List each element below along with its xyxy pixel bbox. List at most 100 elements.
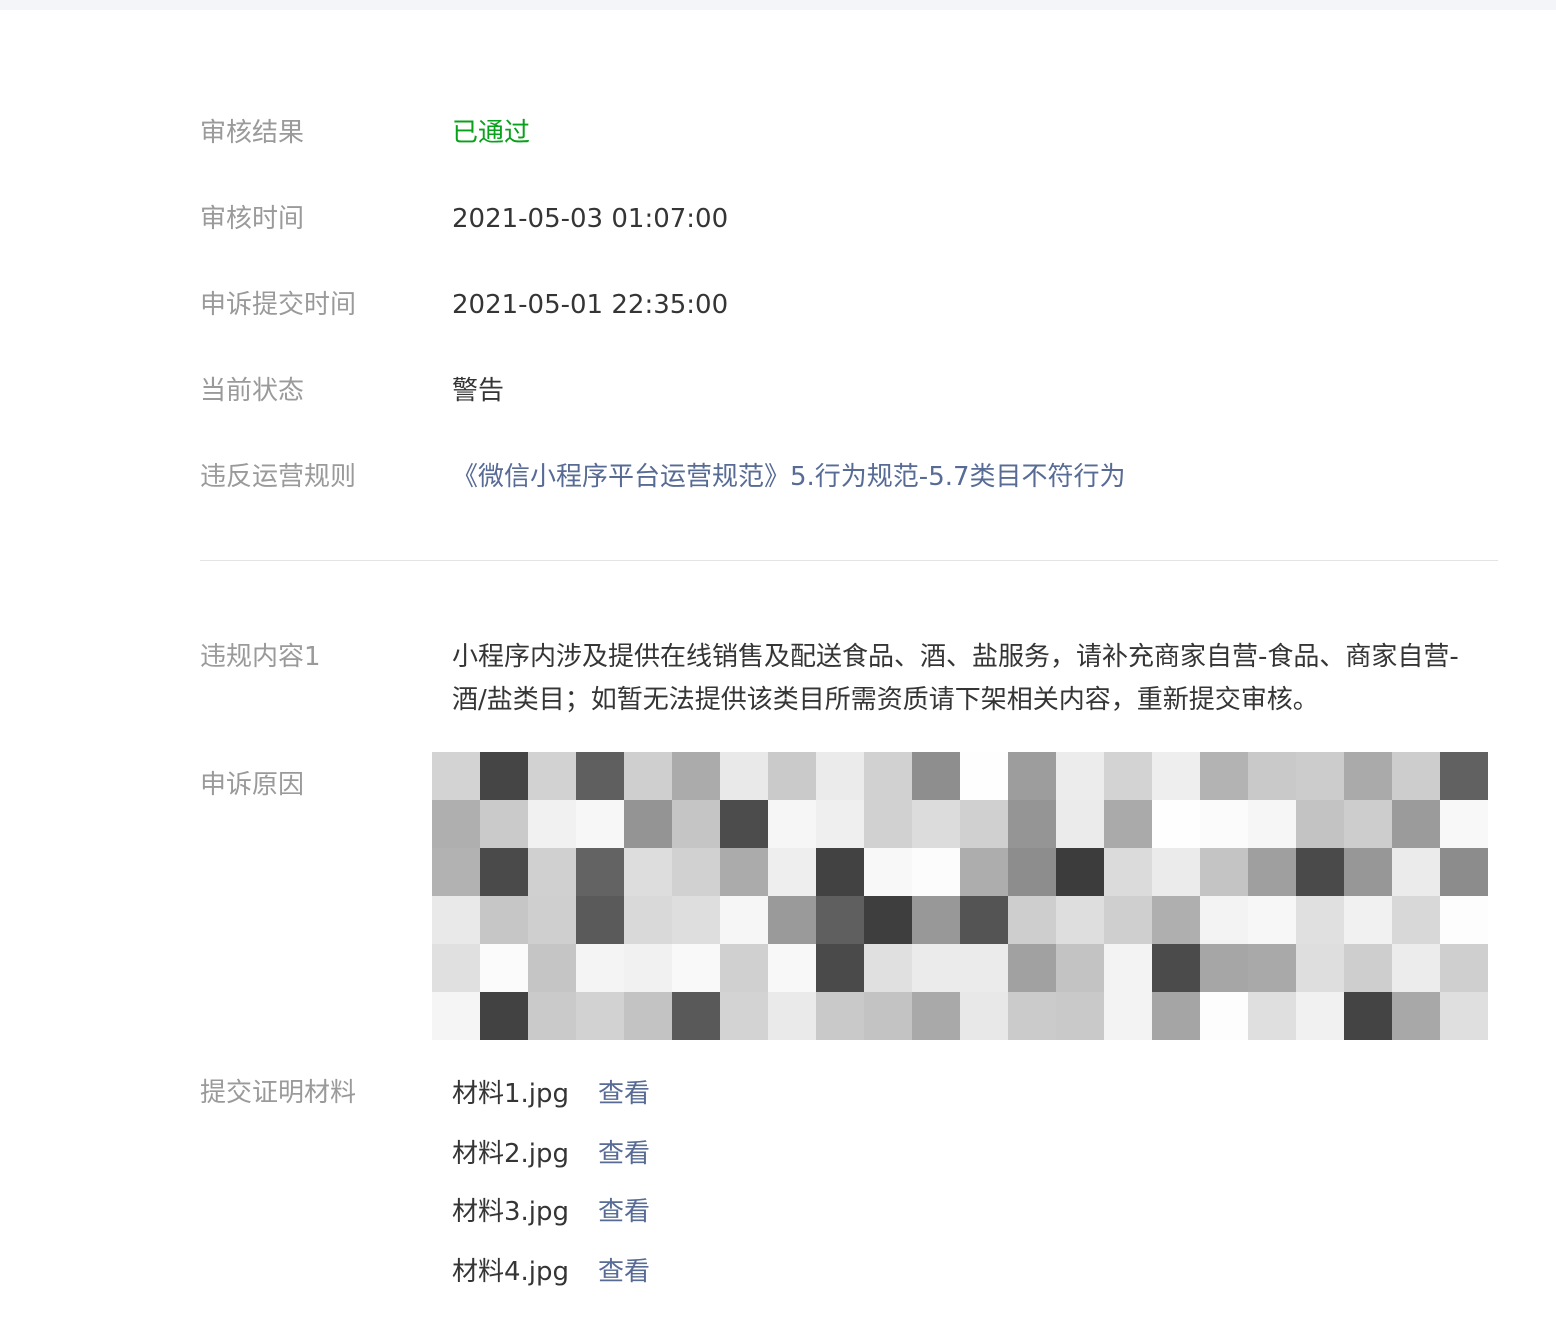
mosaic-cell	[1200, 896, 1248, 944]
mosaic-cell	[768, 752, 816, 800]
mosaic-cell	[432, 800, 480, 848]
mosaic-cell	[528, 752, 576, 800]
mosaic-cell	[816, 752, 864, 800]
appeal-reason-label: 申诉原因	[200, 770, 305, 800]
mosaic-cell	[816, 992, 864, 1040]
mosaic-cell	[1152, 752, 1200, 800]
material-view-link[interactable]: 查看	[598, 1199, 650, 1225]
mosaic-cell	[816, 800, 864, 848]
mosaic-cell	[624, 848, 672, 896]
mosaic-cell	[1008, 752, 1056, 800]
mosaic-cell	[1248, 992, 1296, 1040]
mosaic-cell	[672, 896, 720, 944]
mosaic-cell	[480, 896, 528, 944]
current-status-label: 当前状态	[200, 376, 305, 406]
mosaic-cell	[432, 992, 480, 1040]
mosaic-cell	[768, 944, 816, 992]
mosaic-cell	[1344, 896, 1392, 944]
mosaic-cell	[1440, 800, 1488, 848]
mosaic-cell	[960, 944, 1008, 992]
mosaic-cell	[1056, 896, 1104, 944]
mosaic-cell	[816, 944, 864, 992]
mosaic-cell	[1248, 752, 1296, 800]
mosaic-cell	[912, 944, 960, 992]
mosaic-cell	[816, 896, 864, 944]
mosaic-cell	[480, 752, 528, 800]
mosaic-cell	[624, 896, 672, 944]
mosaic-cell	[432, 896, 480, 944]
appeal-submit-time-value: 2021-05-01 22:35:00	[452, 290, 729, 320]
mosaic-cell	[768, 896, 816, 944]
mosaic-cell	[576, 848, 624, 896]
mosaic-cell	[672, 848, 720, 896]
mosaic-cell	[816, 848, 864, 896]
mosaic-cell	[1344, 992, 1392, 1040]
mosaic-cell	[912, 896, 960, 944]
mosaic-cell	[1056, 992, 1104, 1040]
mosaic-cell	[624, 992, 672, 1040]
appeal-submit-time-label: 申诉提交时间	[200, 290, 357, 320]
mosaic-cell	[1344, 800, 1392, 848]
material-file-name: 材料2.jpg	[452, 1139, 570, 1169]
mosaic-cell	[576, 944, 624, 992]
mosaic-cell	[528, 848, 576, 896]
top-strip	[0, 0, 1556, 10]
mosaic-cell	[720, 992, 768, 1040]
mosaic-cell	[480, 800, 528, 848]
mosaic-cell	[432, 752, 480, 800]
current-status-value: 警告	[452, 376, 505, 406]
mosaic-cell	[1344, 848, 1392, 896]
material-view-link[interactable]: 查看	[598, 1259, 650, 1285]
material-file-name: 材料1.jpg	[452, 1079, 570, 1109]
mosaic-cell	[1296, 848, 1344, 896]
mosaic-cell	[1008, 800, 1056, 848]
material-view-link[interactable]: 查看	[598, 1081, 650, 1107]
mosaic-cell	[576, 752, 624, 800]
mosaic-cell	[480, 944, 528, 992]
mosaic-cell	[528, 944, 576, 992]
mosaic-cell	[912, 752, 960, 800]
mosaic-cell	[1200, 800, 1248, 848]
mosaic-cell	[432, 944, 480, 992]
mosaic-cell	[1392, 992, 1440, 1040]
mosaic-cell	[1296, 896, 1344, 944]
mosaic-cell	[1056, 848, 1104, 896]
redacted-appeal-reason-mosaic	[432, 752, 1488, 1040]
review-result-value: 已通过	[452, 118, 531, 148]
mosaic-cell	[912, 800, 960, 848]
mosaic-cell	[1296, 800, 1344, 848]
mosaic-cell	[1392, 944, 1440, 992]
mosaic-cell	[1104, 992, 1152, 1040]
mosaic-cell	[432, 848, 480, 896]
mosaic-cell	[576, 992, 624, 1040]
material-view-link[interactable]: 查看	[598, 1141, 650, 1167]
material-file-name: 材料3.jpg	[452, 1197, 570, 1227]
mosaic-cell	[768, 848, 816, 896]
mosaic-cell	[1008, 944, 1056, 992]
mosaic-cell	[1392, 896, 1440, 944]
mosaic-cell	[1392, 848, 1440, 896]
mosaic-cell	[720, 896, 768, 944]
mosaic-cell	[1248, 800, 1296, 848]
mosaic-cell	[480, 992, 528, 1040]
mosaic-cell	[864, 944, 912, 992]
mosaic-cell	[720, 800, 768, 848]
mosaic-cell	[1104, 944, 1152, 992]
mosaic-cell	[672, 800, 720, 848]
mosaic-cell	[720, 848, 768, 896]
material-file-name: 材料4.jpg	[452, 1257, 570, 1287]
mosaic-cell	[960, 848, 1008, 896]
mosaic-cell	[960, 896, 1008, 944]
mosaic-cell	[1344, 752, 1392, 800]
violated-rule-link[interactable]: 《微信小程序平台运营规范》5.行为规范-5.7类目不符行为	[452, 464, 1126, 490]
mosaic-cell	[1296, 992, 1344, 1040]
mosaic-cell	[768, 800, 816, 848]
mosaic-cell	[960, 752, 1008, 800]
mosaic-cell	[720, 944, 768, 992]
mosaic-cell	[480, 848, 528, 896]
mosaic-cell	[1296, 944, 1344, 992]
mosaic-cell	[768, 992, 816, 1040]
mosaic-cell	[624, 752, 672, 800]
mosaic-cell	[1200, 752, 1248, 800]
mosaic-cell	[1152, 800, 1200, 848]
